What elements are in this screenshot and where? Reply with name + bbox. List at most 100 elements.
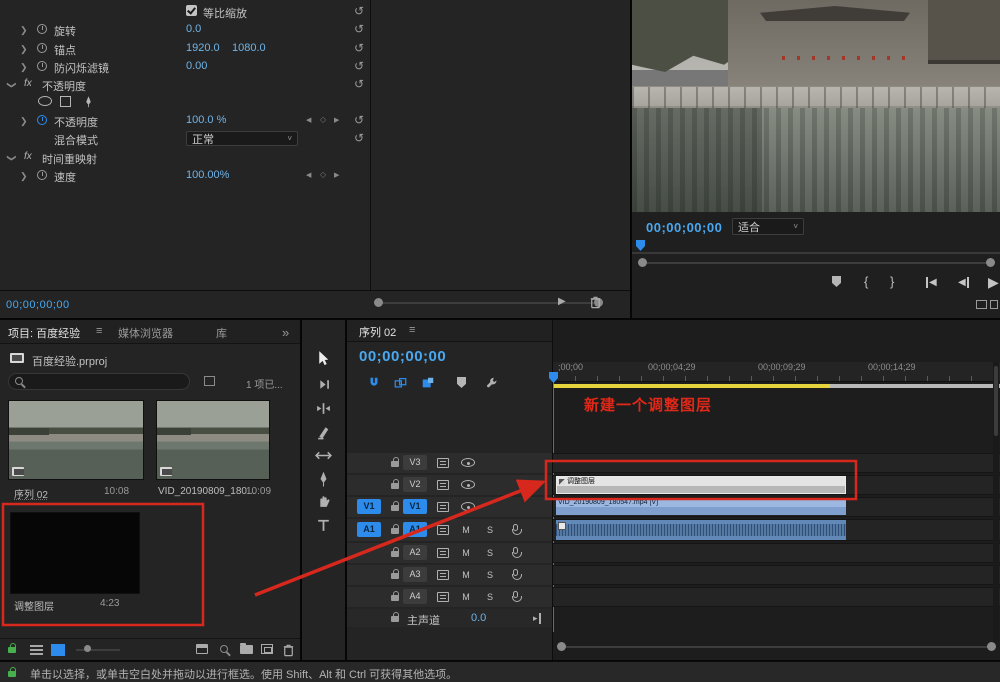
trash-icon[interactable] xyxy=(588,294,603,310)
track-header-v3[interactable]: V3 xyxy=(347,453,552,473)
mute-button[interactable]: M xyxy=(459,568,473,582)
add-keyframe-icon[interactable] xyxy=(320,170,326,179)
new-item-icon[interactable] xyxy=(261,644,273,654)
lock-icon[interactable] xyxy=(391,501,399,511)
sync-lock-icon[interactable] xyxy=(437,548,449,558)
zoom-slider-handle[interactable] xyxy=(84,645,91,652)
lane-a2[interactable] xyxy=(553,543,1000,563)
program-playhead[interactable] xyxy=(636,240,645,251)
add-keyframe-icon[interactable] xyxy=(320,115,326,124)
new-bin-icon[interactable] xyxy=(240,643,253,654)
blend-mode-select[interactable]: 正常 ˅ xyxy=(186,131,298,146)
pan-icon[interactable]: ▸ xyxy=(533,613,541,624)
play-around-icon[interactable]: ▶ xyxy=(558,296,566,307)
tab-overflow-chevrons[interactable]: » xyxy=(282,325,289,340)
track-v1-label[interactable]: V1 xyxy=(403,499,427,514)
clip-audio[interactable] xyxy=(556,520,846,540)
lock-icon[interactable] xyxy=(391,479,399,489)
tab-sequence[interactable]: 序列 02 xyxy=(359,324,396,340)
add-marker-icon[interactable] xyxy=(832,276,841,287)
ellipse-mask-icon[interactable] xyxy=(38,96,52,106)
timeline-v-scrollbar[interactable] xyxy=(993,362,999,642)
mute-button[interactable]: M xyxy=(459,590,473,604)
lock-icon[interactable] xyxy=(391,457,399,467)
tab-project[interactable]: 项目: 百度经验 xyxy=(8,325,80,341)
stopwatch-icon[interactable] xyxy=(37,170,47,180)
chevron-right-icon[interactable] xyxy=(20,171,28,181)
snap-magnet-icon[interactable] xyxy=(367,376,381,390)
mark-in-icon[interactable]: { xyxy=(864,274,868,289)
pen-tool[interactable] xyxy=(315,470,332,487)
track-v2-label[interactable]: V2 xyxy=(403,477,427,492)
next-keyframe-icon[interactable] xyxy=(334,116,339,124)
solo-button[interactable]: S xyxy=(483,546,497,560)
sync-lock-icon[interactable] xyxy=(437,458,449,468)
antiflicker-value[interactable]: 0.00 xyxy=(186,60,207,72)
lock-icon[interactable] xyxy=(391,524,399,534)
rotation-value[interactable]: 0.0 xyxy=(186,23,201,35)
track-header-a3[interactable]: A3 M S xyxy=(347,565,552,585)
clip-adjustment-layer[interactable]: 调整图层 xyxy=(556,476,846,494)
track-header-v2[interactable]: V2 xyxy=(347,475,552,495)
pen-mask-icon[interactable] xyxy=(82,95,95,108)
scrollbar-handle-right[interactable] xyxy=(987,642,996,651)
reset-icon[interactable] xyxy=(354,114,364,126)
sync-lock-icon[interactable] xyxy=(437,592,449,602)
reset-icon[interactable] xyxy=(354,60,364,72)
next-keyframe-icon[interactable] xyxy=(334,171,339,179)
project-file-name[interactable]: 百度经验.prproj xyxy=(32,353,107,369)
sync-lock-icon[interactable] xyxy=(437,502,449,512)
rect-mask-icon[interactable] xyxy=(60,96,71,107)
tab-media-browser[interactable]: 媒体浏览器 xyxy=(118,325,173,341)
voiceover-mic-icon[interactable] xyxy=(511,569,522,580)
scrollbar-handle-left[interactable] xyxy=(638,258,647,267)
master-level-value[interactable]: 0.0 xyxy=(471,612,486,624)
reset-icon[interactable] xyxy=(354,5,364,17)
track-v3-label[interactable]: V3 xyxy=(403,455,427,470)
chevron-right-icon[interactable] xyxy=(20,62,28,72)
reset-icon[interactable] xyxy=(354,42,364,54)
track-a3-label[interactable]: A3 xyxy=(403,567,427,582)
program-time-ruler[interactable] xyxy=(632,252,1000,254)
opacity-value[interactable]: 100.0 % xyxy=(186,114,226,126)
lane-a4[interactable] xyxy=(553,587,1000,607)
voiceover-mic-icon[interactable] xyxy=(511,524,522,535)
project-item-name[interactable]: VID_20190809_180... xyxy=(158,486,255,497)
list-view-icon[interactable] xyxy=(30,645,43,655)
program-timecode[interactable]: 00;00;00;00 xyxy=(646,220,722,235)
track-select-tool[interactable] xyxy=(315,376,332,393)
project-item-thumbnail[interactable] xyxy=(8,400,144,480)
voiceover-mic-icon[interactable] xyxy=(511,547,522,558)
settings-icon[interactable] xyxy=(990,300,998,309)
effect-controls-timecode[interactable]: 00;00;00;00 xyxy=(6,299,70,311)
source-patch-a1[interactable]: A1 xyxy=(357,522,381,537)
reset-icon[interactable] xyxy=(354,132,364,144)
solo-button[interactable]: S xyxy=(483,568,497,582)
work-area-bar-rest[interactable] xyxy=(830,384,1000,388)
uniform-scale-checkbox[interactable] xyxy=(186,5,197,16)
trash-icon[interactable] xyxy=(281,642,296,658)
lock-icon[interactable] xyxy=(8,643,16,653)
panel-menu-icon[interactable]: ≡ xyxy=(409,324,415,336)
add-marker-icon[interactable] xyxy=(457,377,466,388)
track-header-a2[interactable]: A2 M S xyxy=(347,543,552,563)
reset-icon[interactable] xyxy=(354,23,364,35)
prev-keyframe-icon[interactable] xyxy=(306,171,311,179)
work-area-bar[interactable] xyxy=(553,384,830,388)
sync-lock-icon[interactable] xyxy=(437,570,449,580)
selection-tool[interactable] xyxy=(315,350,332,367)
stopwatch-icon[interactable] xyxy=(37,61,47,71)
timeline-h-scrollbar[interactable] xyxy=(563,646,991,648)
nest-toggle-icon[interactable] xyxy=(421,376,435,390)
lock-icon[interactable] xyxy=(391,612,399,622)
voiceover-mic-icon[interactable] xyxy=(511,591,522,602)
mute-button[interactable]: M xyxy=(459,546,473,560)
automate-to-sequence-icon[interactable] xyxy=(196,644,208,654)
sync-lock-icon[interactable] xyxy=(437,480,449,490)
timeline-timecode[interactable]: 00;00;00;00 xyxy=(359,348,446,365)
source-patch-v1[interactable]: V1 xyxy=(357,499,381,514)
track-header-a4[interactable]: A4 M S xyxy=(347,587,552,607)
track-header-master[interactable]: 主声道 0.0 ▸ xyxy=(347,609,552,627)
track-header-v1[interactable]: V1 V1 xyxy=(347,497,552,517)
project-item-name[interactable]: 序列 02 xyxy=(14,486,48,501)
